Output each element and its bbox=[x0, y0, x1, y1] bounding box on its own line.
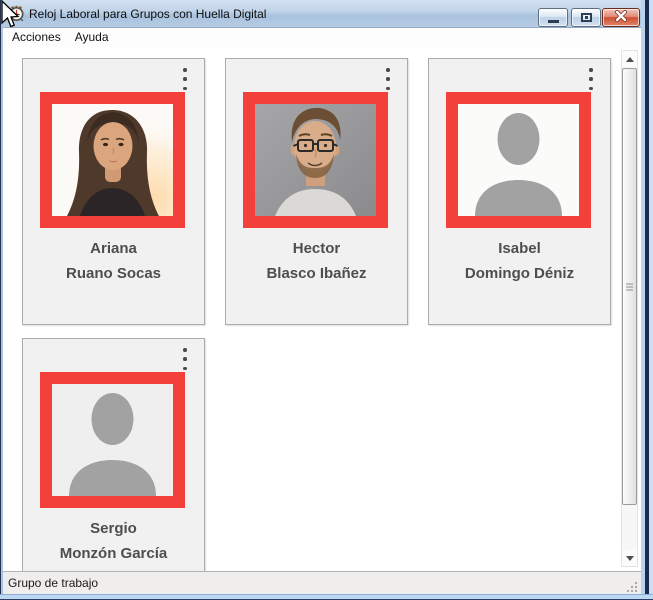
person-card-isabel[interactable]: Isabel Domingo Déniz bbox=[428, 58, 611, 325]
person-card-hector[interactable]: Hector Blasco Ibañez bbox=[225, 58, 408, 325]
scrollbar-thumb[interactable] bbox=[622, 68, 637, 505]
maximize-button[interactable] bbox=[571, 8, 601, 27]
resize-grip-icon[interactable] bbox=[626, 579, 639, 592]
scroll-down-button[interactable] bbox=[622, 550, 637, 566]
scroll-up-button[interactable] bbox=[622, 51, 637, 67]
window-border-left bbox=[0, 0, 3, 594]
app-window: Reloj Laboral para Grupos con Huella Dig… bbox=[0, 0, 653, 600]
person-first-name: Sergio bbox=[23, 516, 204, 541]
person-name: Sergio Monzón García bbox=[23, 516, 204, 566]
person-placeholder-icon bbox=[52, 384, 173, 496]
person-placeholder-icon bbox=[458, 104, 579, 216]
person-last-name: Ruano Socas bbox=[23, 261, 204, 286]
menu-item-acciones[interactable]: Acciones bbox=[5, 28, 68, 47]
maximize-icon bbox=[581, 13, 592, 22]
thumb-grip-icon bbox=[626, 283, 633, 290]
person-first-name: Hector bbox=[226, 236, 407, 261]
person-photo bbox=[255, 104, 376, 216]
close-icon bbox=[614, 9, 628, 27]
menu-bar: Acciones Ayuda bbox=[3, 28, 641, 47]
photo-frame bbox=[40, 92, 185, 228]
content-area: Ariana Ruano Socas bbox=[3, 47, 641, 571]
person-card-sergio[interactable]: Sergio Monzón García bbox=[22, 338, 205, 571]
triangle-down-icon bbox=[626, 556, 634, 561]
vertical-scrollbar[interactable] bbox=[621, 50, 638, 567]
person-name: Isabel Domingo Déniz bbox=[429, 236, 610, 286]
triangle-up-icon bbox=[626, 57, 634, 62]
card-menu-button[interactable] bbox=[180, 348, 190, 370]
person-name: Ariana Ruano Socas bbox=[23, 236, 204, 286]
card-menu-button[interactable] bbox=[180, 68, 190, 90]
alarm-clock-icon bbox=[8, 5, 25, 22]
card-menu-button[interactable] bbox=[586, 68, 596, 90]
photo-frame bbox=[40, 372, 185, 508]
person-name: Hector Blasco Ibañez bbox=[226, 236, 407, 286]
person-first-name: Ariana bbox=[23, 236, 204, 261]
minimize-button[interactable] bbox=[538, 8, 568, 27]
person-first-name: Isabel bbox=[429, 236, 610, 261]
status-text: Grupo de trabajo bbox=[8, 576, 98, 590]
person-card-ariana[interactable]: Ariana Ruano Socas bbox=[22, 58, 205, 325]
window-border-right bbox=[641, 0, 653, 594]
minimize-icon bbox=[548, 20, 559, 23]
person-last-name: Blasco Ibañez bbox=[226, 261, 407, 286]
window-title: Reloj Laboral para Grupos con Huella Dig… bbox=[29, 0, 266, 28]
close-button[interactable] bbox=[602, 8, 640, 27]
status-bar: Grupo de trabajo bbox=[3, 571, 641, 594]
person-last-name: Monzón García bbox=[23, 541, 204, 566]
menu-item-ayuda[interactable]: Ayuda bbox=[68, 28, 116, 47]
person-photo bbox=[52, 104, 173, 216]
photo-frame bbox=[446, 92, 591, 228]
card-menu-button[interactable] bbox=[383, 68, 393, 90]
photo-frame bbox=[243, 92, 388, 228]
window-border-bottom bbox=[0, 594, 653, 600]
person-last-name: Domingo Déniz bbox=[429, 261, 610, 286]
